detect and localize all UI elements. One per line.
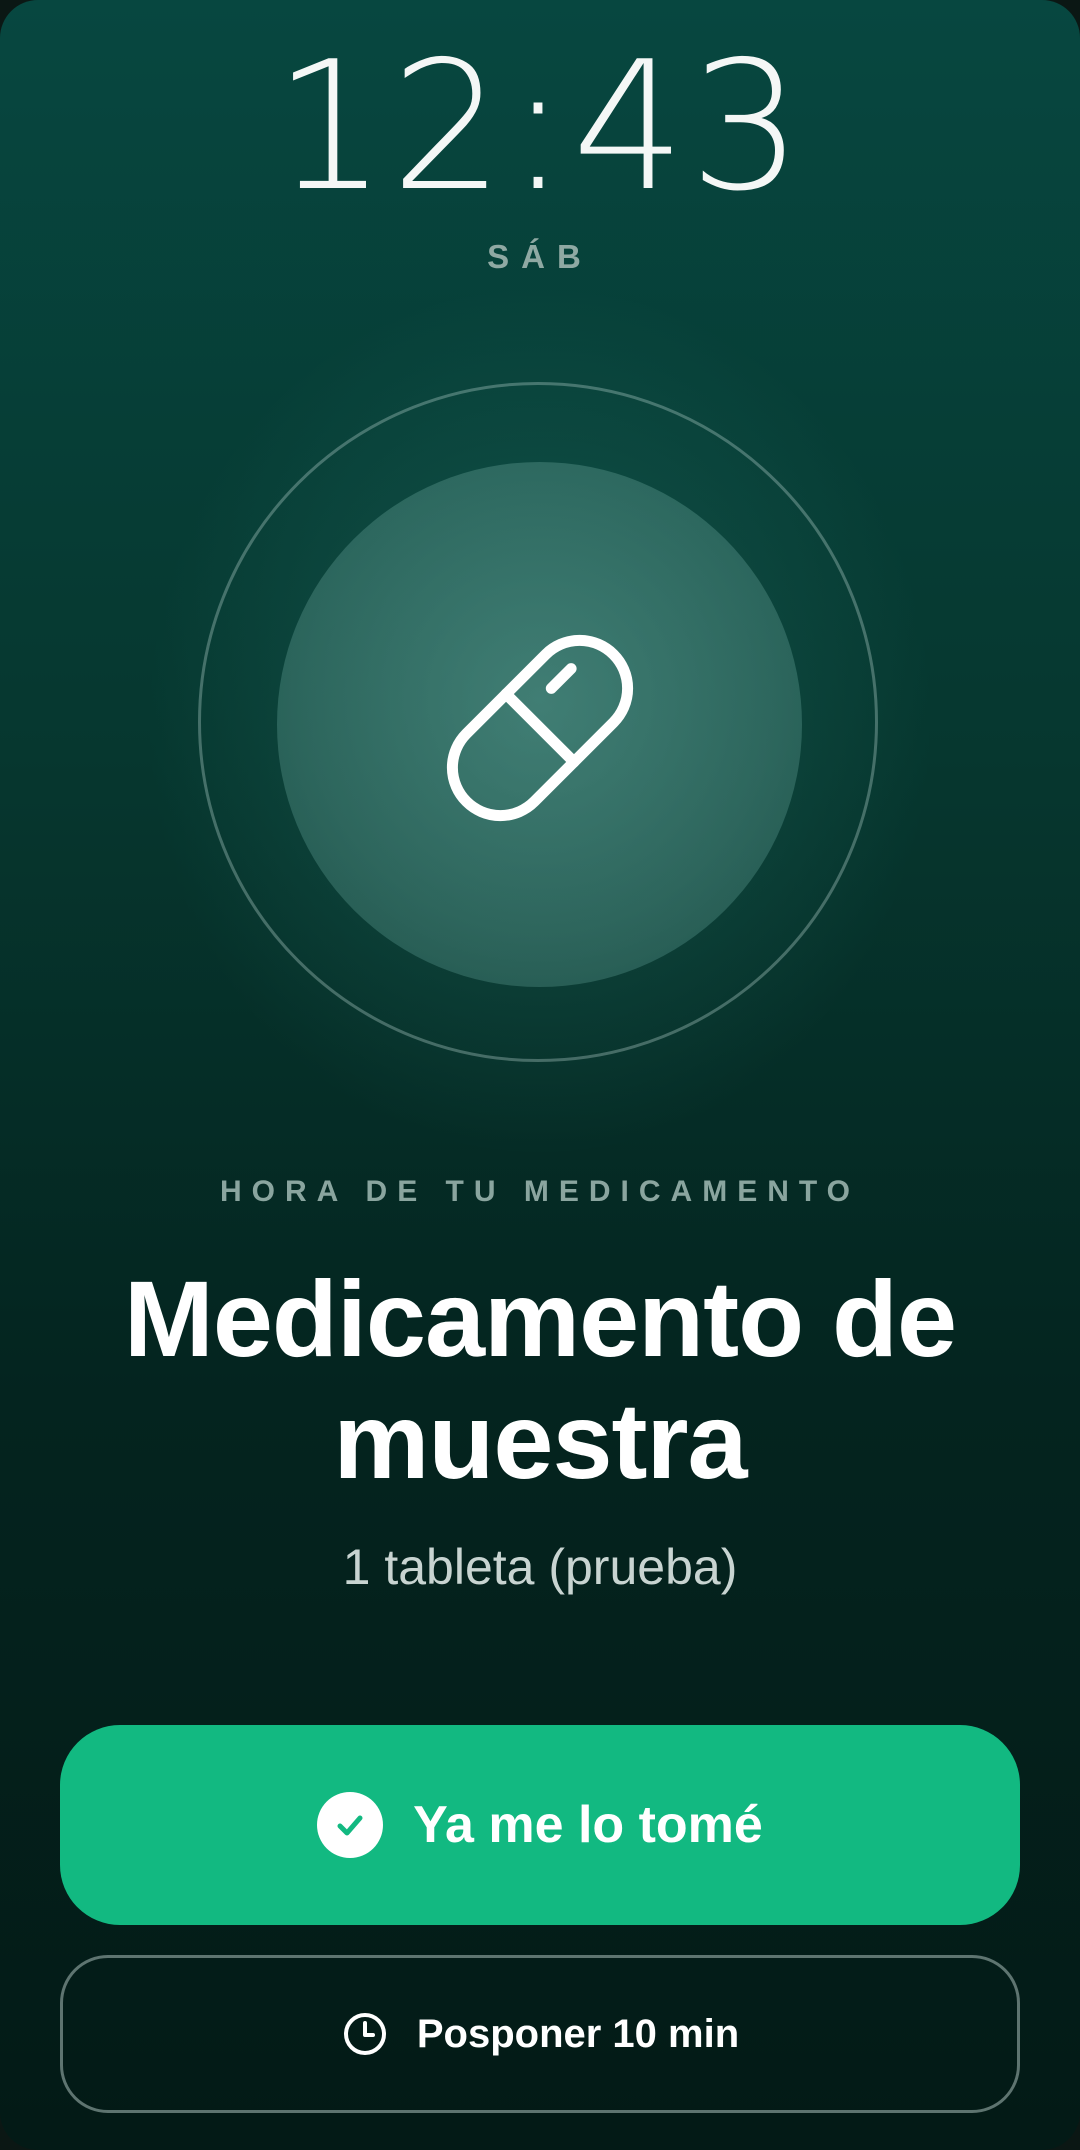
clock-time: 12:43 [273,23,807,230]
snooze-button-label: Posponer 10 min [416,2011,740,2056]
snooze-button[interactable]: Posponer 10 min [60,1955,1020,2113]
clock-icon [343,2013,386,2055]
medication-dose: 1 tableta (prueba) [342,1539,738,1595]
taken-button-label: Ya me lo tomé [413,1796,763,1854]
medication-alarm-screen: 12:43 SÁB HORA DE TU MEDICAMENTO Medicam… [0,0,1080,2150]
medication-name: Medicamento de muestra [123,1258,957,1501]
taken-button[interactable]: Ya me lo tomé [60,1725,1020,1925]
pill-icon [446,634,634,822]
check-circle-icon [317,1792,384,1858]
reminder-eyebrow: HORA DE TU MEDICAMENTO [220,1175,860,1208]
clock-day: SÁB [487,238,593,275]
